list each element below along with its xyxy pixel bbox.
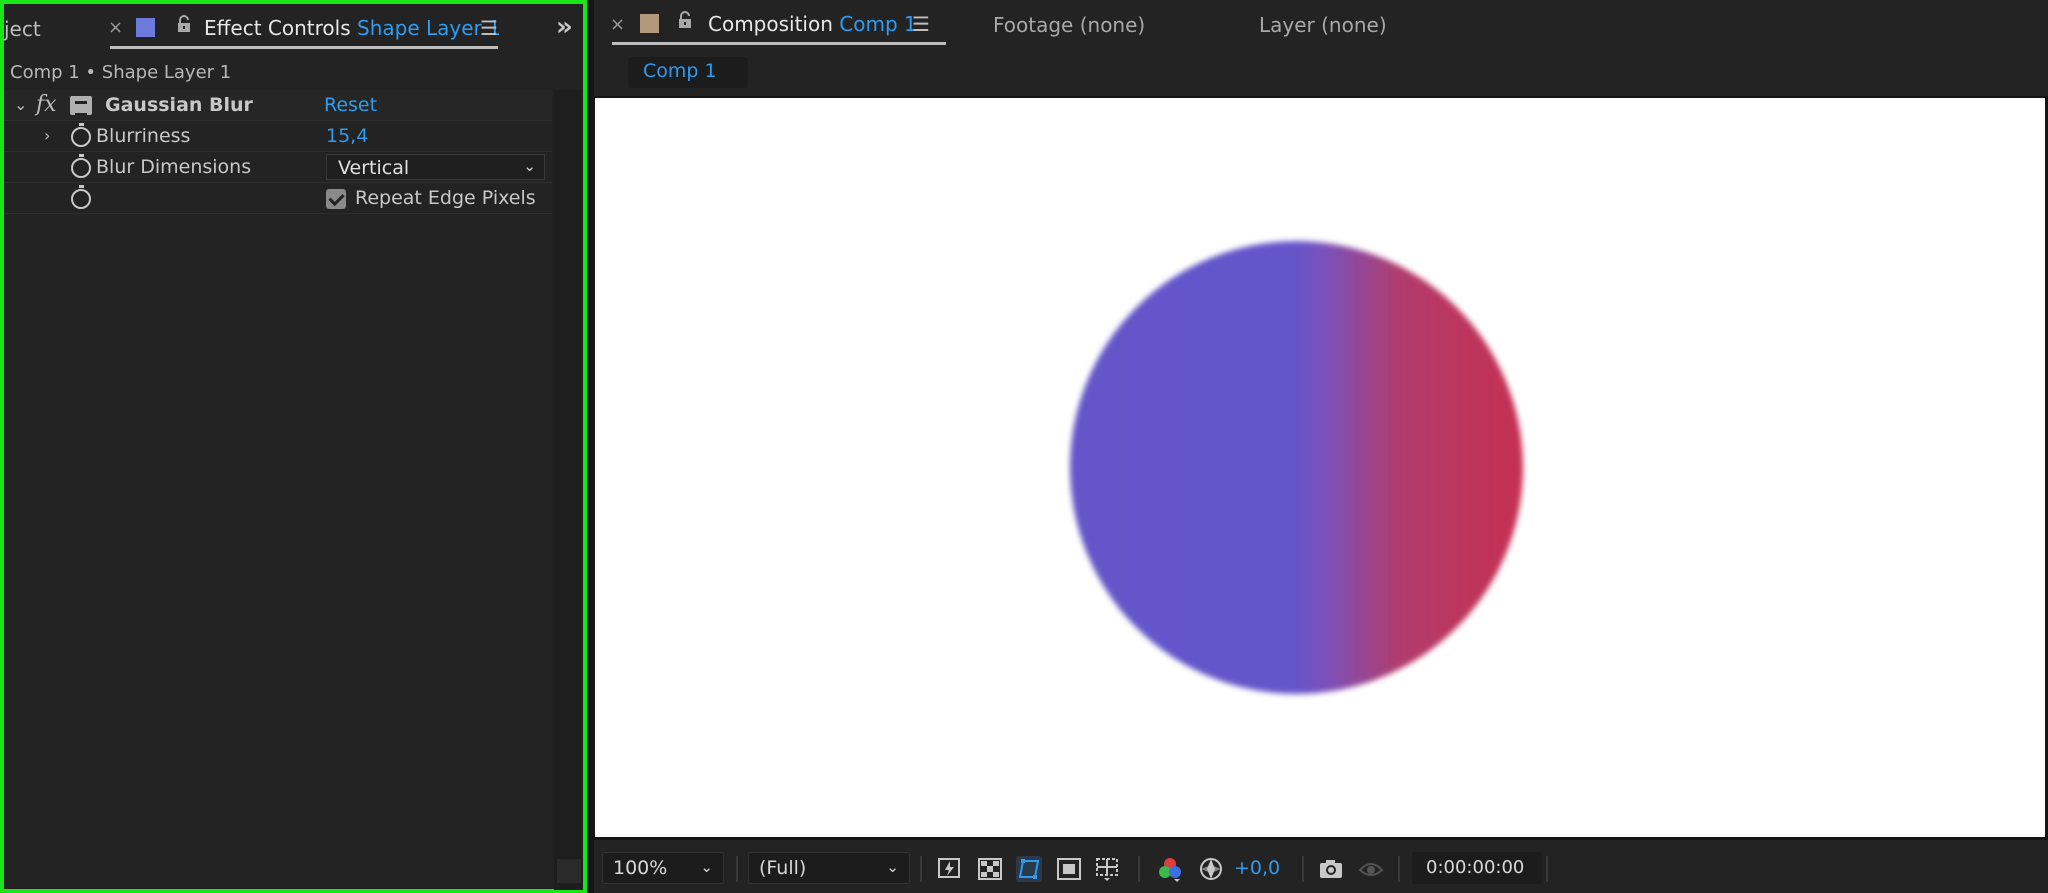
comp-subtab[interactable]: Comp 1 [628, 57, 748, 88]
comp-color-swatch [640, 14, 659, 33]
layer-color-swatch [136, 18, 155, 37]
app-root: ject × Effect Controls Shape Layer 1 ☰ »… [0, 0, 2048, 893]
transparency-grid-icon[interactable] [977, 856, 1003, 882]
tab-layer[interactable]: Layer (none) [1259, 13, 1387, 37]
show-snapshot-icon[interactable] [1358, 856, 1384, 882]
fast-previews-icon[interactable] [937, 856, 963, 882]
divider [1302, 856, 1304, 882]
divider [920, 856, 922, 882]
close-icon[interactable]: × [108, 17, 123, 38]
blurriness-label: Blurriness [96, 125, 191, 147]
exposure-reset-icon[interactable] [1198, 856, 1224, 882]
blurred-circle-shape[interactable] [1070, 241, 1523, 694]
fx-icon[interactable]: fx [36, 92, 57, 117]
panel-menu-icon[interactable]: ☰ [480, 16, 498, 40]
effect-controls-tabbar: ject × Effect Controls Shape Layer 1 ☰ » [4, 4, 583, 52]
resolution-value: (Full) [759, 857, 807, 879]
active-tab-underline [612, 42, 946, 45]
chevron-down-icon: ⌄ [523, 157, 536, 175]
composition-panel: × Composition Comp 1 ☰ Footage (none) La… [594, 0, 2048, 893]
tab-composition[interactable]: Composition Comp 1 [708, 12, 917, 36]
close-icon[interactable]: × [610, 14, 625, 35]
blur-dimensions-label: Blur Dimensions [96, 156, 252, 178]
chevron-down-icon: ⌄ [700, 858, 713, 876]
stopwatch-icon[interactable] [71, 154, 91, 178]
property-row-repeat-edge: Repeat Edge Pixels [4, 183, 552, 214]
effect-list: ⌄ fx Gaussian Blur Reset › Blurriness 15… [4, 90, 552, 214]
effect-header-row[interactable]: ⌄ fx Gaussian Blur Reset [4, 90, 552, 121]
blur-dimensions-dropdown[interactable]: Vertical ⌄ [326, 154, 545, 180]
composition-viewer[interactable] [594, 96, 2048, 840]
comp-subtab-label: Comp 1 [643, 60, 717, 82]
resolution-dropdown[interactable]: (Full) ⌄ [748, 852, 910, 884]
tab-composition-label: Composition [708, 12, 833, 36]
effect-controls-panel: ject × Effect Controls Shape Layer 1 ☰ »… [0, 0, 587, 893]
current-time-display[interactable]: 0:00:00:00 [1412, 852, 1542, 884]
panel-overflow-icon[interactable]: » [556, 12, 573, 42]
divider [1546, 856, 1548, 882]
blurriness-value[interactable]: 15,4 [326, 125, 368, 147]
lock-icon[interactable] [176, 15, 192, 38]
zoom-dropdown[interactable]: 100% ⌄ [602, 852, 724, 884]
effect-preset-icon [70, 96, 92, 116]
chevron-right-icon[interactable]: › [44, 126, 50, 145]
mask-visibility-icon[interactable] [1016, 856, 1042, 882]
stopwatch-icon[interactable] [71, 185, 91, 209]
region-of-interest-icon[interactable] [1056, 856, 1082, 882]
active-tab-underline [110, 46, 498, 49]
tab-footage[interactable]: Footage (none) [993, 13, 1145, 37]
stopwatch-icon[interactable] [71, 123, 91, 147]
chevron-down-icon[interactable]: ⌄ [14, 95, 27, 114]
divider [736, 856, 738, 882]
reset-button[interactable]: Reset [324, 94, 377, 116]
blur-dimensions-value: Vertical [338, 157, 410, 179]
divider [1138, 856, 1140, 882]
lock-icon[interactable] [677, 11, 693, 34]
tab-effect-controls[interactable]: Effect Controls Shape Layer 1 [204, 16, 501, 40]
panel-menu-icon[interactable]: ☰ [912, 12, 930, 36]
viewer-toolbar: 100% ⌄ (Full) ⌄ +0,0 0:00:00:00 [594, 846, 2048, 891]
comp-canvas[interactable] [595, 98, 2045, 837]
zoom-value: 100% [613, 857, 668, 879]
property-row-blur-dimensions: Blur Dimensions Vertical ⌄ [4, 152, 552, 183]
tab-project[interactable]: ject [4, 17, 41, 41]
tab-composition-comp: Comp 1 [839, 12, 917, 36]
camera-icon[interactable] [1318, 856, 1344, 882]
panel-resize-handle[interactable] [557, 859, 581, 883]
repeat-edge-label: Repeat Edge Pixels [355, 187, 536, 209]
effect-name: Gaussian Blur [105, 94, 253, 116]
repeat-edge-checkbox[interactable] [326, 189, 346, 209]
chevron-down-icon: ⌄ [886, 858, 899, 876]
exposure-value[interactable]: +0,0 [1234, 857, 1280, 879]
color-channels-icon[interactable] [1157, 856, 1183, 882]
breadcrumb: Comp 1 • Shape Layer 1 [10, 62, 232, 83]
tab-effect-controls-label: Effect Controls [204, 16, 351, 40]
scrollbar-track[interactable] [554, 90, 583, 890]
grid-guides-icon[interactable] [1094, 856, 1120, 882]
timecode-value: 0:00:00:00 [1426, 857, 1525, 878]
divider [1398, 856, 1400, 882]
property-row-blurriness: › Blurriness 15,4 [4, 121, 552, 152]
